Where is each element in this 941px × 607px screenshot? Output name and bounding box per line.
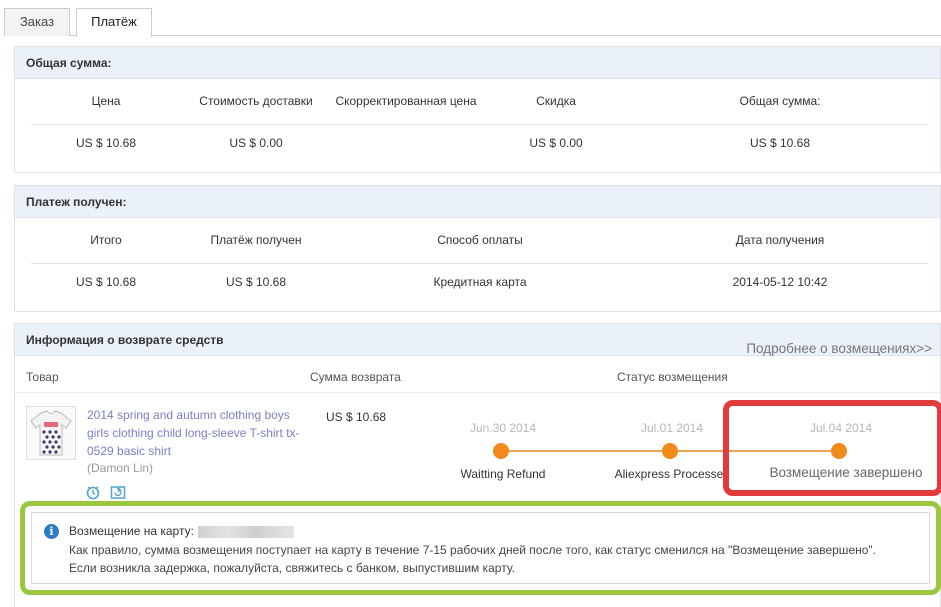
tab-bar: Заказ Платёж [4,8,941,37]
refund-notice-highlight: i Возмещение на карту: Как правило, сумм… [20,501,941,595]
tab-payment[interactable]: Платёж [76,8,152,37]
product-title-link[interactable]: 2014 spring and autumn clothing boys gir… [87,406,307,460]
payment-received-title: Платеж получен: [15,186,940,218]
divider [31,124,928,125]
price-header: Цена [91,94,121,108]
payment-received-header: Платёж получен [210,233,302,247]
payment-method-value: Кредитная карта [433,275,527,289]
total-value: US $ 10.68 [75,275,137,289]
received-date-value: 2014-05-12 10:42 [732,275,828,289]
notice-line-1: Как правило, сумма возмещения поступает … [69,543,877,557]
total-value: US $ 10.68 [749,136,811,150]
clock-icon[interactable] [85,484,101,500]
timeline-date-1: Jun.30 2014 [469,421,537,435]
total-header: Итого [90,233,122,247]
masked-card-number [197,525,294,538]
tab-order[interactable]: Заказ [4,8,70,36]
refund-details-link[interactable]: Подробнее о возмещениях>> [746,333,932,365]
refund-card-label: Возмещение на карту: [69,524,294,538]
received-date-header: Дата получения [735,233,825,247]
timeline-step-2-marker [662,443,678,459]
divider [31,263,928,264]
payment-received-panel: Платеж получен: Итого Платёж получен Спо… [14,185,941,312]
notice-line-2: Если возникла задержка, пожалуйста, свяж… [69,561,515,575]
adjusted-price-header: Скорректированная цена [335,94,477,108]
shipping-cost-value: US $ 0.00 [229,136,283,150]
timeline-label-1: Waitting Refund [460,467,546,481]
divider [15,392,940,393]
refund-amount-value: US $ 10.68 [326,410,387,424]
seller-name: (Damon Lin) [87,461,154,475]
total-header: Общая сумма: [739,94,821,108]
refund-status-column-header: Статус возмещения [617,370,728,384]
tshirt-image [30,410,72,456]
timeline-step-1-marker [493,443,509,459]
refresh-icon[interactable] [110,484,126,499]
refund-card-title: Возмещение на карту: [69,524,194,538]
product-column-header: Товар [26,370,59,384]
order-total-title: Общая сумма: [15,47,940,79]
info-icon: i [44,524,59,539]
payment-method-header: Способ оплаты [437,233,523,247]
discount-header: Скидка [536,94,576,108]
timeline-label-2: Aliexpress Processe [614,467,724,481]
payment-received-value: US $ 10.68 [225,275,287,289]
refund-info-title: Информация о возврате средств Подробнее … [15,324,940,356]
product-thumbnail[interactable] [26,406,76,460]
order-total-panel: Общая сумма: Цена Стоимость доставки Ско… [14,46,941,173]
refund-info-title-text: Информация о возврате средств [26,333,224,347]
discount-value: US $ 0.00 [529,136,583,150]
refund-notice: i Возмещение на карту: Как правило, сумм… [31,512,930,584]
refund-amount-column-header: Сумма возврата [310,370,401,384]
refund-completed-highlight [723,400,941,496]
timeline-date-2: Jul.01 2014 [640,421,704,435]
shipping-cost-header: Стоимость доставки [199,94,313,108]
price-value: US $ 10.68 [75,136,137,150]
